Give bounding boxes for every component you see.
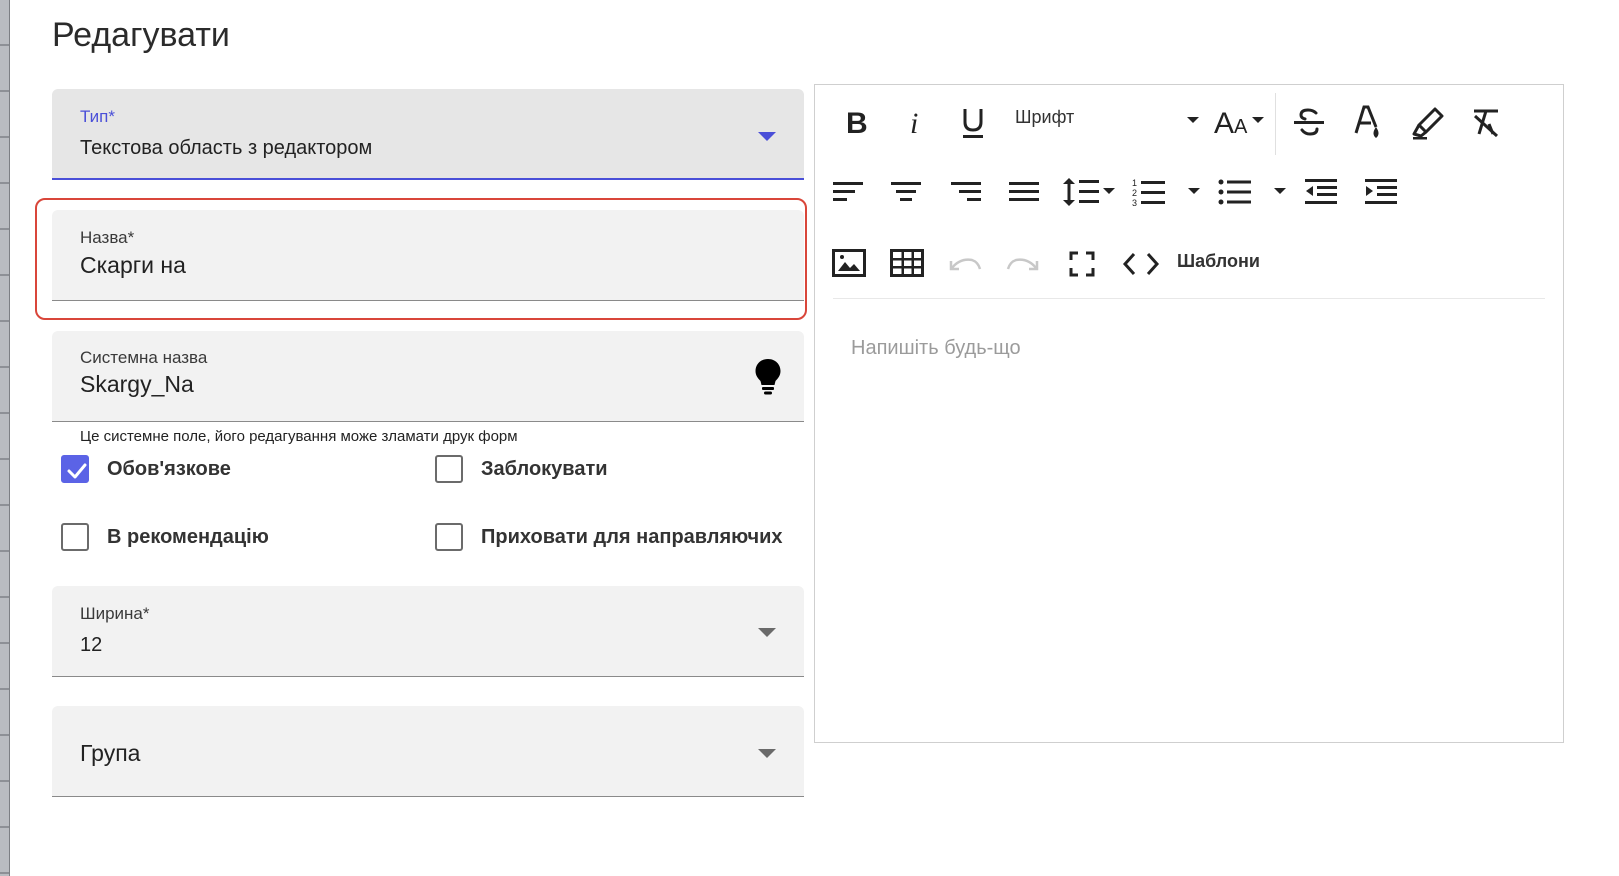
clear-format-button[interactable] (1469, 103, 1503, 141)
svg-text:i: i (910, 107, 918, 137)
svg-text:1: 1 (1132, 178, 1137, 188)
underline-icon (963, 109, 983, 138)
toolbar-divider (1275, 93, 1276, 155)
bold-icon: B (846, 107, 868, 137)
line-height-button[interactable] (1061, 175, 1117, 209)
width-select[interactable]: Ширина* 12 (52, 586, 804, 677)
hide-label: Приховати для направляючих (481, 525, 783, 548)
lock-checkbox-row[interactable]: Заблокувати (435, 455, 608, 483)
redo-button[interactable] (1005, 251, 1041, 277)
svg-text:A: A (1214, 107, 1234, 139)
insert-image-button[interactable] (831, 247, 867, 279)
undo-button[interactable] (947, 251, 983, 277)
code-icon (1122, 252, 1160, 276)
group-label: Група (80, 740, 141, 766)
align-center-icon (891, 182, 921, 201)
align-left-button[interactable] (831, 177, 865, 207)
check-icon (67, 463, 87, 479)
system-name-label: Системна назва (80, 348, 208, 367)
recommend-checkbox[interactable] (61, 523, 89, 551)
outdent-button[interactable] (1303, 175, 1339, 209)
font-caret-icon[interactable] (1185, 113, 1201, 127)
italic-icon: i (910, 107, 918, 137)
type-label: Тип* (80, 107, 115, 126)
highlight-button[interactable] (1409, 103, 1447, 143)
hide-checkbox-row[interactable]: Приховати для направляючих (435, 523, 783, 551)
align-center-button[interactable] (889, 177, 923, 207)
svg-text:B: B (846, 107, 868, 137)
align-left-icon (833, 182, 863, 201)
insert-table-button[interactable] (889, 247, 925, 279)
image-icon (832, 249, 866, 277)
width-value: 12 (80, 634, 103, 656)
recommend-label: В рекомендацію (107, 525, 269, 548)
rich-text-editor[interactable]: B i Шрифт A A 1 2 3 Шаблони Напишіть буд… (814, 84, 1564, 743)
text-color-button[interactable] (1351, 101, 1385, 145)
highlight-frame (35, 198, 807, 320)
lightbulb-icon[interactable] (754, 358, 782, 396)
ordered-list-icon: 1 2 3 (1132, 178, 1165, 207)
lock-label: Заблокувати (481, 457, 608, 480)
system-name-hint: Це системне поле, його редагування може … (80, 428, 518, 445)
hide-checkbox[interactable] (435, 523, 463, 551)
required-checkbox[interactable] (61, 455, 89, 483)
svg-text:A: A (1234, 116, 1248, 138)
font-select[interactable]: Шрифт (1015, 107, 1074, 128)
required-label: Обов'язкове (107, 457, 231, 480)
font-size-button[interactable]: A A (1211, 103, 1269, 141)
outdent-icon (1305, 179, 1337, 204)
ordered-list-caret-icon[interactable] (1187, 185, 1201, 197)
recommend-checkbox-row[interactable]: В рекомендацію (61, 523, 269, 551)
background-strip (0, 0, 10, 876)
redo-icon (1006, 258, 1039, 271)
editor-placeholder[interactable]: Напишіть будь-що (851, 337, 1021, 360)
templates-button[interactable]: Шаблони (1177, 251, 1260, 272)
italic-button[interactable]: i (901, 103, 929, 141)
page: Редагувати Тип* Текстова область з редак… (0, 0, 1619, 876)
group-select[interactable]: Група (52, 706, 804, 797)
dropdown-arrow-icon[interactable] (758, 628, 776, 637)
dropdown-arrow-icon[interactable] (758, 132, 776, 141)
indent-button[interactable] (1363, 175, 1399, 209)
ordered-list-button[interactable]: 1 2 3 (1131, 175, 1167, 209)
svg-text:3: 3 (1132, 198, 1137, 207)
bold-button[interactable]: B (841, 103, 873, 141)
system-name-value[interactable]: Skargy_Na (80, 371, 194, 398)
clear-format-icon (1473, 109, 1499, 138)
type-select[interactable]: Тип* Текстова область з редактором (52, 89, 804, 180)
fullscreen-icon (1069, 251, 1095, 277)
width-label: Ширина* (80, 604, 150, 623)
bullet-list-button[interactable] (1217, 175, 1253, 209)
dialog-title: Редагувати (52, 16, 230, 54)
code-view-button[interactable] (1121, 249, 1161, 279)
type-value: Текстова область з редактором (80, 137, 373, 159)
font-size-icon: A A (1214, 107, 1264, 139)
undo-icon (949, 258, 982, 271)
table-icon (890, 249, 924, 277)
text-color-icon (1354, 105, 1379, 138)
indent-icon (1365, 179, 1397, 204)
highlighter-icon (1412, 107, 1444, 140)
lock-checkbox[interactable] (435, 455, 463, 483)
svg-text:2: 2 (1132, 188, 1137, 198)
bullet-list-caret-icon[interactable] (1273, 185, 1287, 197)
toolbar-divider (833, 298, 1545, 299)
align-right-icon (951, 182, 981, 201)
fullscreen-button[interactable] (1067, 249, 1097, 279)
system-name-field[interactable]: Системна назва Skargy_Na (52, 331, 804, 422)
justify-button[interactable] (1007, 177, 1041, 207)
bullet-list-icon (1218, 179, 1251, 205)
line-height-icon (1063, 178, 1115, 206)
strikethrough-icon (1294, 108, 1324, 136)
strikethrough-button[interactable] (1291, 103, 1327, 141)
justify-icon (1009, 182, 1039, 201)
dropdown-arrow-icon[interactable] (758, 749, 776, 758)
align-right-button[interactable] (949, 177, 983, 207)
underline-button[interactable] (957, 103, 989, 143)
required-checkbox-row[interactable]: Обов'язкове (61, 455, 231, 483)
